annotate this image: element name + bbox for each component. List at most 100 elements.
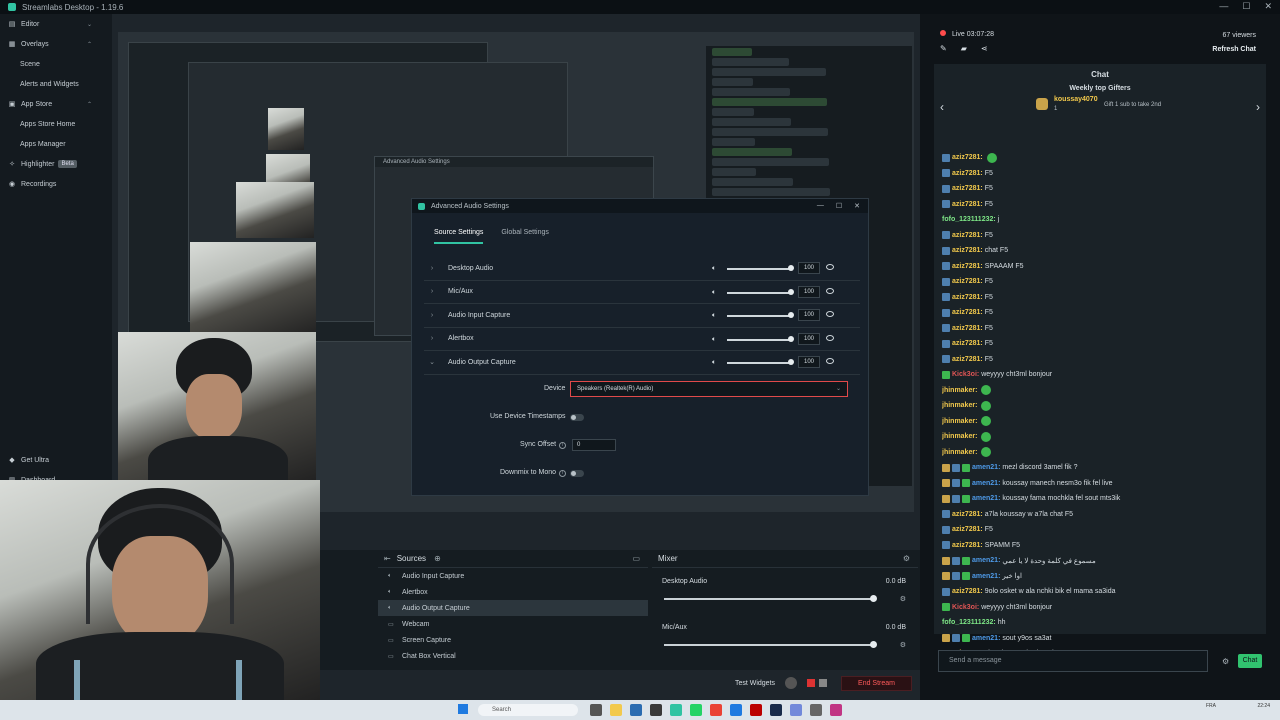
refresh-chat-button[interactable]: Refresh Chat (1212, 46, 1256, 53)
mixer-volume-handle[interactable] (870, 595, 877, 602)
audio-source-row[interactable]: › Mic/Aux 🔈︎ 100 (424, 281, 860, 304)
volume-slider-handle[interactable] (788, 265, 794, 271)
volume-slider[interactable] (727, 338, 793, 341)
chat-username[interactable]: jhinmaker: (942, 433, 977, 440)
sidebar-item-recordings[interactable]: ◉ Recordings (0, 174, 112, 194)
chat-username[interactable]: aziz7281: (952, 247, 983, 254)
mixer-volume-slider[interactable] (664, 598, 872, 600)
edge-icon[interactable] (630, 704, 642, 716)
discord-icon[interactable] (790, 704, 802, 716)
settings-icon[interactable] (810, 704, 822, 716)
volume-slider[interactable] (727, 291, 793, 294)
audio-source-row[interactable]: › Audio Input Capture 🔈︎ 100 (424, 304, 860, 328)
chat-username[interactable]: aziz7281: (952, 201, 983, 208)
chat-username[interactable]: aziz7281: (952, 526, 983, 533)
add-source-icon[interactable]: ⊕ (434, 554, 441, 563)
clock[interactable]: 22:24 (1257, 703, 1270, 709)
chat-username[interactable]: aziz7281: (952, 325, 983, 332)
record-button[interactable] (785, 677, 798, 689)
chat-username[interactable]: Kick3oi: (952, 371, 979, 378)
gear-icon[interactable]: ⚙ (903, 554, 910, 563)
sidebar-item-highlighter[interactable]: ✧ Highlighter Beta (0, 154, 112, 174)
volume-input[interactable]: 100 (798, 356, 820, 368)
sidebar-item-apps-store-home[interactable]: Apps Store Home (0, 114, 112, 134)
chrome-icon[interactable] (710, 704, 722, 716)
stop-record-icon[interactable] (807, 679, 816, 687)
minimize-icon[interactable]: — (1219, 1, 1228, 12)
windows-start-icon[interactable] (458, 704, 468, 714)
source-item[interactable]: ▭ Chat Box Vertical (378, 648, 648, 664)
close-icon[interactable]: ✕ (854, 202, 860, 210)
chat-username[interactable]: aziz7281: (952, 356, 983, 363)
audio-source-row[interactable]: ⌄ Audio Output Capture 🔈︎ 100 (424, 351, 860, 375)
end-stream-button[interactable]: End Stream (841, 675, 912, 691)
chat-username[interactable]: amen21: (972, 495, 1000, 502)
chat-username[interactable]: amen21: (972, 635, 1000, 642)
sidebar-item-editor[interactable]: ▤ Editor ⌄ (0, 14, 112, 34)
speaker-icon[interactable]: 🔈︎ (712, 312, 716, 320)
terminal-icon[interactable] (650, 704, 662, 716)
downmix-toggle[interactable] (570, 470, 584, 477)
file-explorer-icon[interactable] (590, 704, 602, 716)
volume-slider[interactable] (727, 315, 793, 317)
sidebar-item-app-store[interactable]: ▣ App Store ⌃ (0, 94, 112, 114)
source-item[interactable]: 🔈︎ Audio Input Capture (378, 568, 648, 584)
chat-username[interactable]: amen21: (972, 464, 1000, 471)
volume-slider-handle[interactable] (788, 288, 794, 295)
chat-username[interactable]: aziz7281: (952, 170, 983, 177)
volume-input[interactable]: 100 (798, 285, 820, 298)
volume-slider[interactable] (727, 268, 793, 270)
chat-username[interactable]: amen21: (972, 557, 1000, 564)
chat-username[interactable]: aziz7281: (952, 232, 983, 239)
source-item[interactable]: ▭ Screen Capture (378, 632, 648, 648)
app-icon[interactable] (750, 704, 762, 716)
eye-icon[interactable] (826, 311, 834, 317)
maximize-icon[interactable]: ☐ (1242, 1, 1250, 12)
volume-input[interactable]: 100 (798, 332, 820, 345)
folder-icon[interactable] (610, 704, 622, 716)
maximize-icon[interactable]: ☐ (836, 202, 842, 210)
chat-username[interactable]: aziz7281: (952, 278, 983, 285)
source-item[interactable]: 🔈︎ Alertbox (378, 584, 648, 600)
steam-icon[interactable] (770, 704, 782, 716)
sidebar-item-scene[interactable]: Scene (0, 54, 112, 74)
source-item[interactable]: ▭ Webcam (378, 616, 648, 632)
chat-username[interactable]: aziz7281: (952, 185, 983, 192)
chat-username[interactable]: aziz7281: (952, 588, 983, 595)
replay-icon[interactable] (819, 679, 828, 687)
store-icon[interactable] (730, 704, 742, 716)
volume-input[interactable]: 100 (798, 262, 820, 274)
gear-icon[interactable]: ⚙ (900, 595, 906, 603)
chat-username[interactable]: jhinmaker: (942, 387, 977, 394)
chat-username[interactable]: fofo_123111232: (942, 216, 996, 223)
audio-source-row[interactable]: › Desktop Audio 🔈︎ 100 (424, 257, 860, 281)
chevron-right-icon[interactable]: › (424, 288, 440, 295)
chat-username[interactable]: fofo_123111232: (942, 619, 996, 626)
eye-icon[interactable] (826, 264, 834, 270)
chat-username[interactable]: aziz7281: (952, 340, 983, 347)
sidebar-item-get-ultra[interactable]: ◆ Get Ultra (0, 450, 112, 470)
chat-username[interactable]: aziz7281: (952, 309, 983, 316)
whatsapp-icon[interactable] (690, 704, 702, 716)
folder-icon[interactable]: ▰ (961, 44, 967, 53)
chat-username[interactable]: jhinmaker: (942, 402, 977, 409)
speaker-icon[interactable]: 🔈︎ (712, 265, 716, 273)
volume-slider-handle[interactable] (788, 359, 794, 365)
chat-username[interactable]: aziz7281: (952, 511, 983, 518)
chat-username[interactable]: amen21: (972, 573, 1000, 580)
timestamps-toggle[interactable] (570, 414, 584, 421)
eye-icon[interactable] (826, 334, 834, 341)
close-icon[interactable]: ✕ (1264, 1, 1272, 12)
edit-icon[interactable]: ✎ (940, 44, 947, 53)
chat-username[interactable]: jhinmaker: (942, 449, 977, 456)
speaker-icon[interactable]: 🔈︎ (712, 289, 716, 297)
eye-icon[interactable] (826, 358, 834, 364)
minimize-icon[interactable]: — (817, 202, 824, 210)
device-select[interactable]: Speakers (Realtek(R) Audio) ⌄ (570, 381, 848, 397)
chat-message-input[interactable]: Send a message (938, 650, 1208, 672)
mixer-volume-handle[interactable] (870, 641, 877, 648)
gear-icon[interactable]: ⚙ (1222, 657, 1229, 666)
sidebar-item-alerts-and-widgets[interactable]: Alerts and Widgets (0, 74, 112, 94)
chevron-right-icon[interactable]: › (424, 265, 440, 272)
tab-global-settings[interactable]: Global Settings (501, 229, 548, 244)
